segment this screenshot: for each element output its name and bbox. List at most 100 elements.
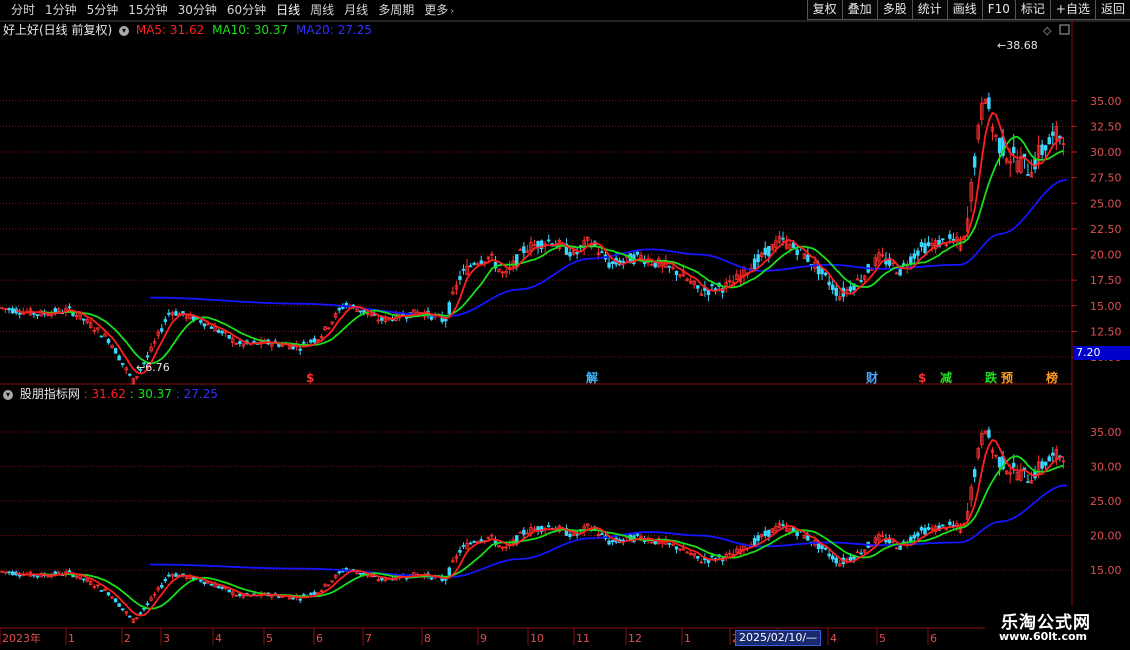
candle-body: [795, 249, 799, 255]
function-toolbar: 复权 叠加 多股 统计 画线 F10 标记 +自选 返回: [806, 0, 1130, 20]
candle-body: [117, 355, 121, 361]
tab-2[interactable]: 5分钟: [82, 0, 124, 20]
candle-body: [163, 578, 167, 582]
candle-body: [472, 262, 476, 265]
tab-7[interactable]: 周线: [305, 0, 339, 20]
candle-body: [923, 243, 927, 253]
candle-body: [167, 574, 171, 577]
candle-body: [667, 265, 672, 268]
toolbar-button-5[interactable]: F10: [981, 0, 1015, 20]
ma20-line: [149, 178, 1068, 317]
toolbar-button-7[interactable]: +自选: [1049, 0, 1095, 20]
x-tick-label: 3: [163, 632, 170, 645]
candle-body: [163, 319, 167, 322]
candle-body: [458, 276, 462, 280]
candle-body: [309, 339, 313, 343]
ma20-line: [149, 484, 1068, 578]
candle-body: [18, 574, 22, 577]
price-tag: 7.20: [1073, 346, 1130, 360]
x-tick-label: 2: [124, 632, 131, 645]
candle-body: [252, 340, 256, 343]
y-tick-sub: 30.00: [1090, 461, 1122, 474]
candle-body: [1022, 153, 1027, 158]
candle-body: [312, 591, 317, 595]
candle-body: [174, 573, 178, 577]
tab-4[interactable]: 30分钟: [173, 0, 222, 20]
candle-body: [18, 312, 22, 315]
x-tick-label: 7: [365, 632, 372, 645]
panel-toggle-icon: [1059, 24, 1070, 35]
y-tick-sub: 35.00: [1090, 426, 1122, 439]
candle-body: [209, 326, 214, 329]
ma10-label: MA10: 30.37: [212, 23, 289, 37]
candle-body: [1012, 146, 1016, 154]
tab-1[interactable]: 1分钟: [40, 0, 82, 20]
candle-body: [575, 251, 579, 254]
candle-body: [621, 260, 625, 263]
candle-body: [344, 303, 349, 306]
candle-body: [81, 578, 86, 581]
candle-body: [781, 524, 785, 526]
candle-body: [1051, 452, 1055, 456]
candle-body: [859, 280, 863, 282]
candle-body: [10, 308, 15, 314]
candle-body: [121, 363, 125, 365]
tab-10[interactable]: 更多 ›: [419, 0, 459, 20]
event-marker: 财: [865, 370, 878, 385]
candle-body: [309, 592, 313, 595]
tab-8[interactable]: 月线: [339, 0, 373, 20]
toolbar-button-2[interactable]: 多股: [876, 0, 912, 20]
tab-9[interactable]: 多周期: [373, 0, 419, 20]
y-tick-main: 22.50: [1090, 223, 1122, 236]
tab-5[interactable]: 60分钟: [222, 0, 271, 20]
indicator-name: 股朋指标网: [19, 387, 80, 401]
candle-body: [351, 304, 356, 307]
candle-body: [941, 238, 945, 241]
candle-body: [1040, 144, 1044, 155]
candle-body: [312, 338, 317, 343]
stock-chart[interactable]: 35.00 32.50 30.00 27.50 25.00 22.50 20.00 17.50…: [0, 0, 1130, 650]
candle-body: [7, 308, 11, 311]
candle-body: [919, 242, 924, 248]
x-tick-label: 1: [684, 632, 691, 645]
candle-body: [216, 329, 221, 333]
x-tick-label: 12: [628, 632, 642, 645]
sub-panel-title: ▾ 股朋指标网 : 31.62 : 30.37 : 27.25: [0, 386, 218, 402]
candle-body: [142, 608, 146, 610]
candle-body: [674, 270, 679, 276]
toolbar-button-4[interactable]: 画线: [946, 0, 982, 20]
dropdown-icon[interactable]: ▾: [119, 25, 130, 36]
candle-body: [227, 334, 231, 339]
candle-body: [447, 302, 451, 314]
toolbar-button-8[interactable]: 返回: [1094, 0, 1130, 20]
event-marker: $: [918, 371, 926, 385]
candle-body: [973, 469, 977, 478]
dropdown-icon[interactable]: ▾: [3, 389, 13, 400]
candle-body: [987, 429, 991, 438]
candle-body: [522, 529, 526, 535]
candle-body: [337, 307, 341, 311]
toolbar-button-3[interactable]: 统计: [911, 0, 947, 20]
candle-body: [823, 272, 828, 276]
candle-body: [1047, 137, 1051, 145]
candle-body: [752, 538, 757, 546]
candle-body: [767, 246, 771, 257]
candle-body: [227, 589, 231, 593]
toolbar-button-1[interactable]: 叠加: [841, 0, 877, 20]
toolbar-button-6[interactable]: 标记: [1014, 0, 1050, 20]
candle-body: [827, 553, 831, 557]
candle-body: [763, 247, 767, 255]
tab-6[interactable]: 日线: [271, 0, 305, 20]
candle-body: [447, 567, 451, 576]
x-tick-label: 4: [830, 632, 837, 645]
candle-body: [997, 456, 1002, 468]
y-tick-main: 27.50: [1090, 172, 1122, 185]
y-tick-sub: 15.00: [1090, 564, 1122, 577]
toolbar-button-0[interactable]: 复权: [806, 0, 842, 20]
candle-body: [916, 250, 920, 256]
x-tick-label: 8: [424, 632, 431, 645]
tab-3[interactable]: 15分钟: [123, 0, 172, 20]
candle-body: [341, 306, 345, 309]
tab-0[interactable]: 分时: [6, 0, 40, 20]
y-tick-sub: 20.00: [1090, 530, 1122, 543]
